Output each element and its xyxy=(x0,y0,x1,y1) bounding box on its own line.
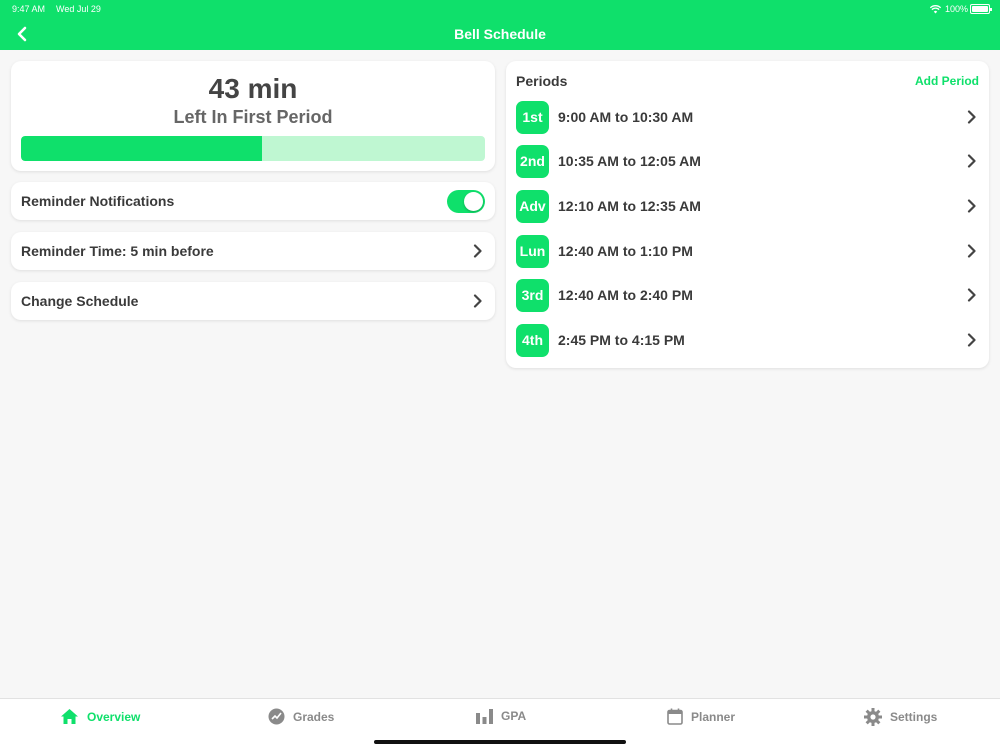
tab-label: Grades xyxy=(293,709,335,724)
chevron-right-icon xyxy=(965,199,979,213)
toggle-knob xyxy=(464,191,483,211)
reminder-notifications-toggle[interactable] xyxy=(447,189,485,213)
battery-percent: 100% xyxy=(944,4,968,14)
reminder-notifications-label: Reminder Notifications xyxy=(21,193,175,209)
periods-title: Periods xyxy=(516,73,568,89)
chevron-right-icon xyxy=(965,288,979,302)
period-row[interactable]: Adv 12:10 AM to 12:35 AM xyxy=(516,189,979,223)
countdown-card: 43 min Left In First Period xyxy=(11,61,495,171)
period-row[interactable]: 4th 2:45 PM to 4:15 PM xyxy=(516,323,979,357)
status-right: 100% xyxy=(929,4,968,14)
change-schedule-label: Change Schedule xyxy=(21,293,139,309)
chevron-right-icon xyxy=(965,333,979,347)
tab-settings[interactable]: Settings xyxy=(864,708,937,726)
home-indicator xyxy=(374,740,626,744)
reminder-time-label: Reminder Time: 5 min before xyxy=(21,243,214,259)
period-badge: 2nd xyxy=(516,144,549,178)
tab-label: Overview xyxy=(87,709,141,724)
gear-icon xyxy=(864,708,882,726)
period-row[interactable]: Lun 12:40 AM to 1:10 PM xyxy=(516,234,979,268)
tab-label: Planner xyxy=(691,709,736,724)
period-time: 12:40 AM to 2:40 PM xyxy=(558,287,693,303)
chevron-right-icon xyxy=(471,294,485,308)
chevron-right-icon xyxy=(965,110,979,124)
tab-planner[interactable]: Planner xyxy=(667,708,735,725)
chevron-right-icon xyxy=(471,244,485,258)
tab-label: Settings xyxy=(890,710,938,724)
minutes-remaining: 43 min xyxy=(208,73,298,104)
period-badge: Lun xyxy=(516,234,549,268)
grades-icon xyxy=(268,708,285,725)
period-progress-fill xyxy=(21,136,263,161)
home-icon xyxy=(61,709,78,724)
bar-chart-icon xyxy=(476,709,493,724)
wifi-icon xyxy=(929,4,941,13)
period-badge: 3rd xyxy=(516,278,549,312)
countdown-label: Left In First Period xyxy=(173,107,333,127)
battery-icon xyxy=(970,4,992,14)
period-time: 10:35 AM to 12:05 AM xyxy=(558,153,701,169)
tab-grades[interactable]: Grades xyxy=(268,708,334,725)
period-time: 9:00 AM to 10:30 AM xyxy=(558,109,694,125)
add-period-button[interactable]: Add Period xyxy=(915,74,979,88)
period-badge: 4th xyxy=(516,323,549,357)
status-time: 9:47 AM xyxy=(12,4,46,14)
tab-overview[interactable]: Overview xyxy=(60,708,140,725)
period-row[interactable]: 2nd 10:35 AM to 12:05 AM xyxy=(516,144,979,178)
reminder-time-row[interactable]: Reminder Time: 5 min before xyxy=(11,232,495,270)
period-time: 12:10 AM to 12:35 AM xyxy=(558,198,701,214)
reminder-notifications-row: Reminder Notifications xyxy=(11,182,495,220)
status-date: Wed Jul 29 xyxy=(56,4,101,14)
period-progress-bar xyxy=(21,136,485,161)
period-row[interactable]: 3rd 12:40 AM to 2:40 PM xyxy=(516,278,979,312)
periods-card: Periods Add Period 1st 9:00 AM to 10:30 … xyxy=(506,61,989,368)
page-title: Bell Schedule xyxy=(454,26,546,42)
chevron-right-icon xyxy=(965,154,979,168)
period-badge: Adv xyxy=(516,189,549,223)
tab-gpa[interactable]: GPA xyxy=(476,708,526,724)
navigation-bar: 9:47 AM Wed Jul 29 100% Bell Schedule xyxy=(0,0,1000,50)
calendar-icon xyxy=(667,708,683,725)
period-badge: 1st xyxy=(516,100,549,134)
tab-label: GPA xyxy=(501,709,527,723)
period-row[interactable]: 1st 9:00 AM to 10:30 AM xyxy=(516,100,979,134)
period-time: 2:45 PM to 4:15 PM xyxy=(558,332,685,348)
change-schedule-row[interactable]: Change Schedule xyxy=(11,282,495,320)
period-time: 12:40 AM to 1:10 PM xyxy=(558,243,693,259)
chevron-right-icon xyxy=(965,244,979,258)
